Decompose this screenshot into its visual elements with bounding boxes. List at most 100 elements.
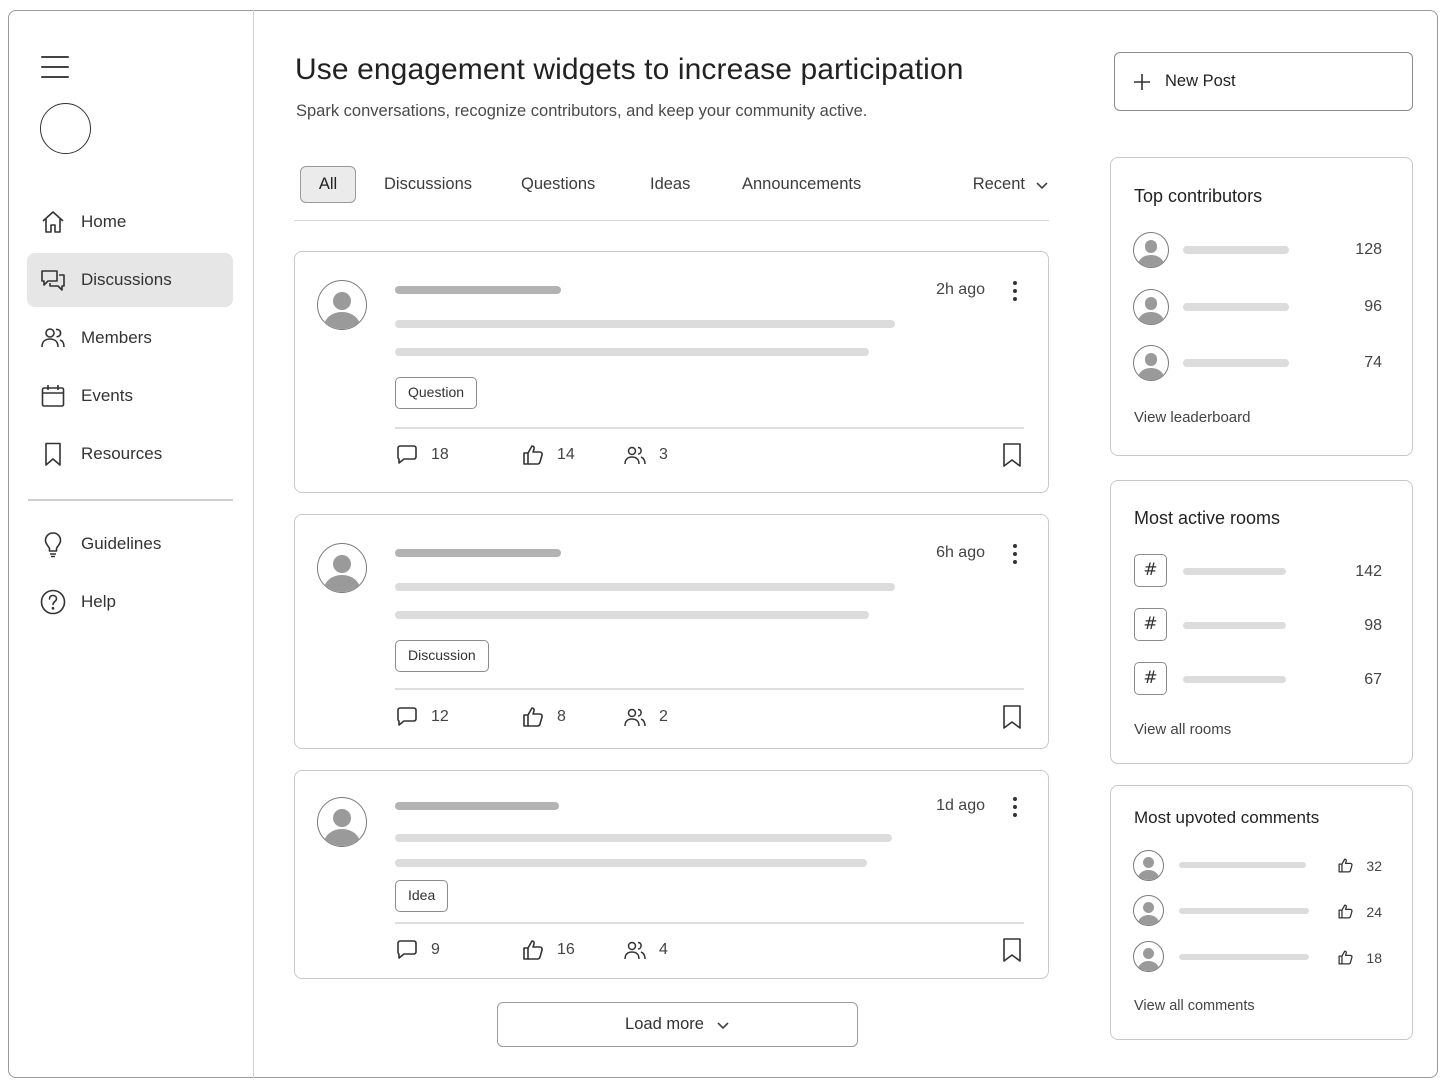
chevron-down-icon <box>1036 181 1048 189</box>
room-name-placeholder <box>1183 676 1286 683</box>
card-divider <box>395 427 1024 429</box>
likes-count: 8 <box>557 708 566 725</box>
sidebar-item-events[interactable]: Events <box>27 369 233 423</box>
view-leaderboard-link[interactable]: View leaderboard <box>1134 409 1250 426</box>
text-line-placeholder <box>395 834 892 842</box>
sidebar-item-discussions[interactable]: Discussions <box>27 253 233 307</box>
comment-placeholder <box>1179 908 1309 914</box>
new-post-button[interactable]: New Post <box>1114 52 1413 111</box>
comment-icon <box>397 445 417 464</box>
post-card[interactable]: 2h ago Question 18 14 3 <box>294 251 1049 493</box>
room-count: 98 <box>1364 617 1382 634</box>
calendar-icon <box>41 385 65 407</box>
avatar <box>1133 850 1164 881</box>
author-name-placeholder <box>395 286 561 294</box>
contributor-count: 96 <box>1364 298 1382 315</box>
comments-count: 9 <box>431 941 440 958</box>
top-contributors-widget: Top contributors 128 96 74 View leaderbo… <box>1110 157 1413 456</box>
post-card[interactable]: 6h ago Discussion 12 8 2 <box>294 514 1049 749</box>
chevron-down-icon <box>717 1021 729 1029</box>
sidebar-item-home[interactable]: Home <box>27 195 233 249</box>
tab-discussions[interactable]: Discussions <box>384 166 472 203</box>
text-line-placeholder <box>395 320 895 328</box>
text-line-placeholder <box>395 583 895 591</box>
participants-count: 4 <box>659 941 668 958</box>
widget-title: Most active rooms <box>1134 508 1281 528</box>
sidebar-item-help[interactable]: Help <box>27 575 233 629</box>
participants-stat[interactable]: 3 <box>623 443 668 467</box>
widget-title: Top contributors <box>1134 186 1263 206</box>
plus-icon <box>1134 73 1150 90</box>
post-timestamp: 1d ago <box>936 797 985 814</box>
bookmark-icon <box>45 442 61 466</box>
sidebar-item-label: Home <box>81 212 127 231</box>
sidebar-item-label: Help <box>81 592 116 611</box>
more-options-icon[interactable] <box>1005 279 1025 305</box>
participants-count: 3 <box>659 446 668 463</box>
tab-questions[interactable]: Questions <box>521 166 595 203</box>
sidebar-item-guidelines[interactable]: Guidelines <box>27 517 233 571</box>
page-subtitle: Spark conversations, recognize contribut… <box>296 102 868 120</box>
post-timestamp: 2h ago <box>936 281 985 298</box>
load-more-label: Load more <box>625 1015 704 1033</box>
likes-stat[interactable]: 16 <box>521 938 575 962</box>
logo <box>40 103 91 154</box>
post-card[interactable]: 1d ago Idea 9 16 4 <box>294 770 1049 979</box>
upvoted-comments-widget: Most upvoted comments 32 24 18 View all … <box>1110 785 1413 1040</box>
load-more-button[interactable]: Load more <box>497 1002 858 1047</box>
bookmark-icon[interactable] <box>1001 704 1023 730</box>
avatar <box>1133 941 1164 972</box>
hash-icon: # <box>1134 608 1167 641</box>
more-options-icon[interactable] <box>1005 795 1025 821</box>
author-name-placeholder <box>395 549 561 557</box>
sidebar-item-members[interactable]: Members <box>27 311 233 365</box>
comments-stat[interactable]: 12 <box>395 705 449 729</box>
comment-icon <box>397 707 417 726</box>
likes-stat[interactable]: 8 <box>521 705 566 729</box>
avatar <box>1133 289 1169 325</box>
post-tag: Question <box>395 377 478 409</box>
view-all-comments-link[interactable]: View all comments <box>1134 998 1255 1014</box>
text-line-placeholder <box>395 859 867 867</box>
home-icon <box>42 211 64 233</box>
view-all-rooms-link[interactable]: View all rooms <box>1134 721 1231 738</box>
tab-all[interactable]: All <box>300 166 356 203</box>
tab-announcements[interactable]: Announcements <box>742 166 861 203</box>
sort-dropdown[interactable]: Recent <box>973 166 1049 203</box>
comments-stat[interactable]: 18 <box>395 443 449 467</box>
comment-icon <box>397 940 417 959</box>
contributor-count: 74 <box>1364 354 1382 371</box>
post-tag: Idea <box>395 880 449 912</box>
avatar <box>1133 345 1169 381</box>
avatar <box>317 797 367 847</box>
new-post-label: New Post <box>1165 72 1236 90</box>
card-divider <box>395 688 1024 690</box>
likes-stat[interactable]: 14 <box>521 443 575 467</box>
hash-icon: # <box>1134 662 1167 695</box>
menu-icon[interactable] <box>41 56 71 78</box>
sidebar-item-label: Members <box>81 328 152 347</box>
sidebar: Home Discussions Members Events Resource… <box>8 10 254 1078</box>
participants-icon <box>624 941 646 960</box>
room-name-placeholder <box>1183 622 1286 629</box>
participants-count: 2 <box>659 708 668 725</box>
post-timestamp: 6h ago <box>936 544 985 561</box>
participants-icon <box>624 708 646 727</box>
sidebar-item-label: Discussions <box>81 270 172 289</box>
text-line-placeholder <box>395 611 869 619</box>
more-options-icon[interactable] <box>1005 542 1025 568</box>
sort-label: Recent <box>972 175 1025 193</box>
bookmark-icon[interactable] <box>1001 442 1023 468</box>
post-tag: Discussion <box>395 640 489 672</box>
participants-stat[interactable]: 4 <box>623 938 668 962</box>
bookmark-icon[interactable] <box>1001 937 1023 963</box>
comment-placeholder <box>1179 954 1309 960</box>
tab-ideas[interactable]: Ideas <box>650 166 690 203</box>
comment-placeholder <box>1179 862 1306 868</box>
hash-icon: # <box>1134 554 1167 587</box>
sidebar-item-resources[interactable]: Resources <box>27 427 233 481</box>
participants-stat[interactable]: 2 <box>623 705 668 729</box>
comments-stat[interactable]: 9 <box>395 938 440 962</box>
avatar <box>317 543 367 593</box>
participants-icon <box>624 446 646 465</box>
